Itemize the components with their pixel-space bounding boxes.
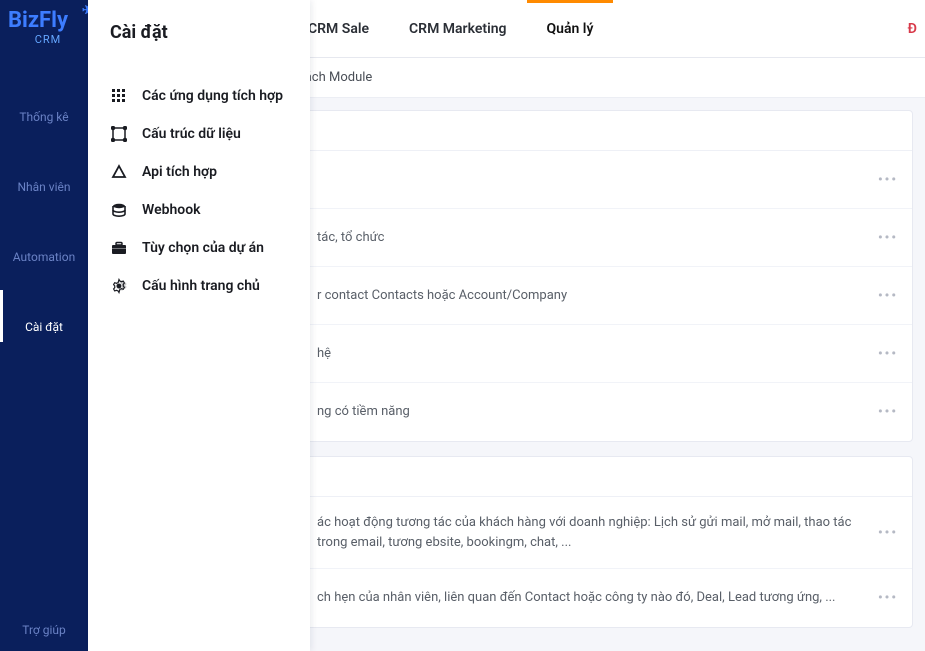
grid-icon <box>110 87 128 105</box>
settings-flyout: Cài đặt Các ứng dụng tích hợp Cấu trúc d… <box>88 0 310 651</box>
flyout-item-webhook[interactable]: Webhook <box>110 191 292 229</box>
sidebar-item-staff[interactable]: Nhân viên <box>0 150 88 202</box>
more-icon[interactable]: ••• <box>878 525 898 540</box>
flyout-item-api[interactable]: Api tích hợp <box>110 153 292 191</box>
briefcase-icon <box>110 239 128 257</box>
sidebar-item-stats[interactable]: Thống kê <box>0 80 88 132</box>
more-icon[interactable]: ••• <box>878 591 898 606</box>
flyout-item-label: Webhook <box>142 202 201 218</box>
tab-label: CRM Sale <box>308 21 369 37</box>
flyout-title: Cài đặt <box>110 22 292 43</box>
triangle-icon <box>110 163 128 181</box>
more-icon[interactable]: ••• <box>878 288 898 303</box>
tab-label: CRM Marketing <box>409 21 507 37</box>
flyout-item-project-options[interactable]: Tùy chọn của dự án <box>110 229 292 267</box>
gear-icon <box>110 277 128 295</box>
sidebar-help-label: Trợ giúp <box>22 623 66 637</box>
flyout-item-label: Tùy chọn của dự án <box>142 240 264 256</box>
flyout-item-integrations[interactable]: Các ứng dụng tích hợp <box>110 77 292 115</box>
brand-name: BizFly ✈ <box>8 10 88 32</box>
flyout-item-label: Api tích hợp <box>142 164 217 180</box>
flyout-item-label: Cấu trúc dữ liệu <box>142 126 241 142</box>
more-icon[interactable]: ••• <box>878 230 898 245</box>
sidebar-item-settings[interactable]: Cài đặt <box>0 290 88 342</box>
flyout-item-data-structure[interactable]: Cấu trúc dữ liệu <box>110 115 292 153</box>
sidebar-item-automation[interactable]: Automation <box>0 220 88 272</box>
sidebar-nav: Thống kê Nhân viên Automation Cài đặt <box>0 80 88 342</box>
tab-crm-marketing[interactable]: CRM Marketing <box>389 3 527 57</box>
tab-manage[interactable]: Quản lý <box>527 0 614 57</box>
stack-icon <box>110 201 128 219</box>
sidebar: BizFly ✈ CRM Thống kê Nhân viên Automati… <box>0 0 88 651</box>
sidebar-item-label: Automation <box>13 250 75 264</box>
flyout-item-label: Cấu hình trang chủ <box>142 278 260 294</box>
sidebar-item-label: Nhân viên <box>17 180 70 194</box>
more-icon[interactable]: ••• <box>878 405 898 420</box>
brand-text: BizFly <box>8 8 68 33</box>
bounding-box-icon <box>110 125 128 143</box>
topbar-right[interactable]: Đ <box>908 0 925 57</box>
topbar-right-label: Đ <box>908 21 917 37</box>
sidebar-item-label: Thống kê <box>19 110 68 124</box>
flyout-item-homepage-config[interactable]: Cấu hình trang chủ <box>110 267 292 305</box>
brand-sub: CRM <box>8 33 88 46</box>
tab-label: Quản lý <box>547 21 594 37</box>
sidebar-item-label: Cài đặt <box>25 320 63 334</box>
sidebar-help[interactable]: ? Trợ giúp <box>22 601 66 637</box>
flyout-item-label: Các ứng dụng tích hợp <box>142 88 283 104</box>
more-icon[interactable]: ••• <box>878 346 898 361</box>
more-icon[interactable]: ••• <box>878 172 898 187</box>
logo: BizFly ✈ CRM <box>0 0 88 52</box>
